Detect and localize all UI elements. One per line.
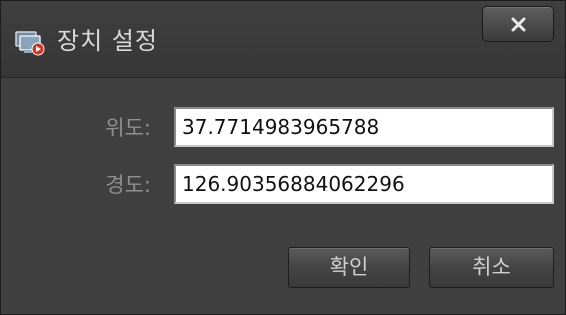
longitude-input[interactable]: [174, 164, 554, 204]
window-title: 장치 설정: [57, 27, 158, 55]
ok-button[interactable]: 확인: [288, 247, 410, 288]
title-bar[interactable]: 장치 설정: [1, 1, 565, 78]
longitude-label: 경도:: [105, 173, 151, 197]
close-icon: [483, 7, 553, 41]
device-settings-dialog: 장치 설정 위도: 경도: 확인 취소: [0, 0, 566, 315]
latitude-input[interactable]: [174, 107, 554, 147]
close-button[interactable]: [482, 6, 554, 42]
cancel-button[interactable]: 취소: [429, 247, 554, 288]
latitude-label: 위도:: [105, 116, 151, 140]
device-settings-icon: [15, 30, 45, 56]
